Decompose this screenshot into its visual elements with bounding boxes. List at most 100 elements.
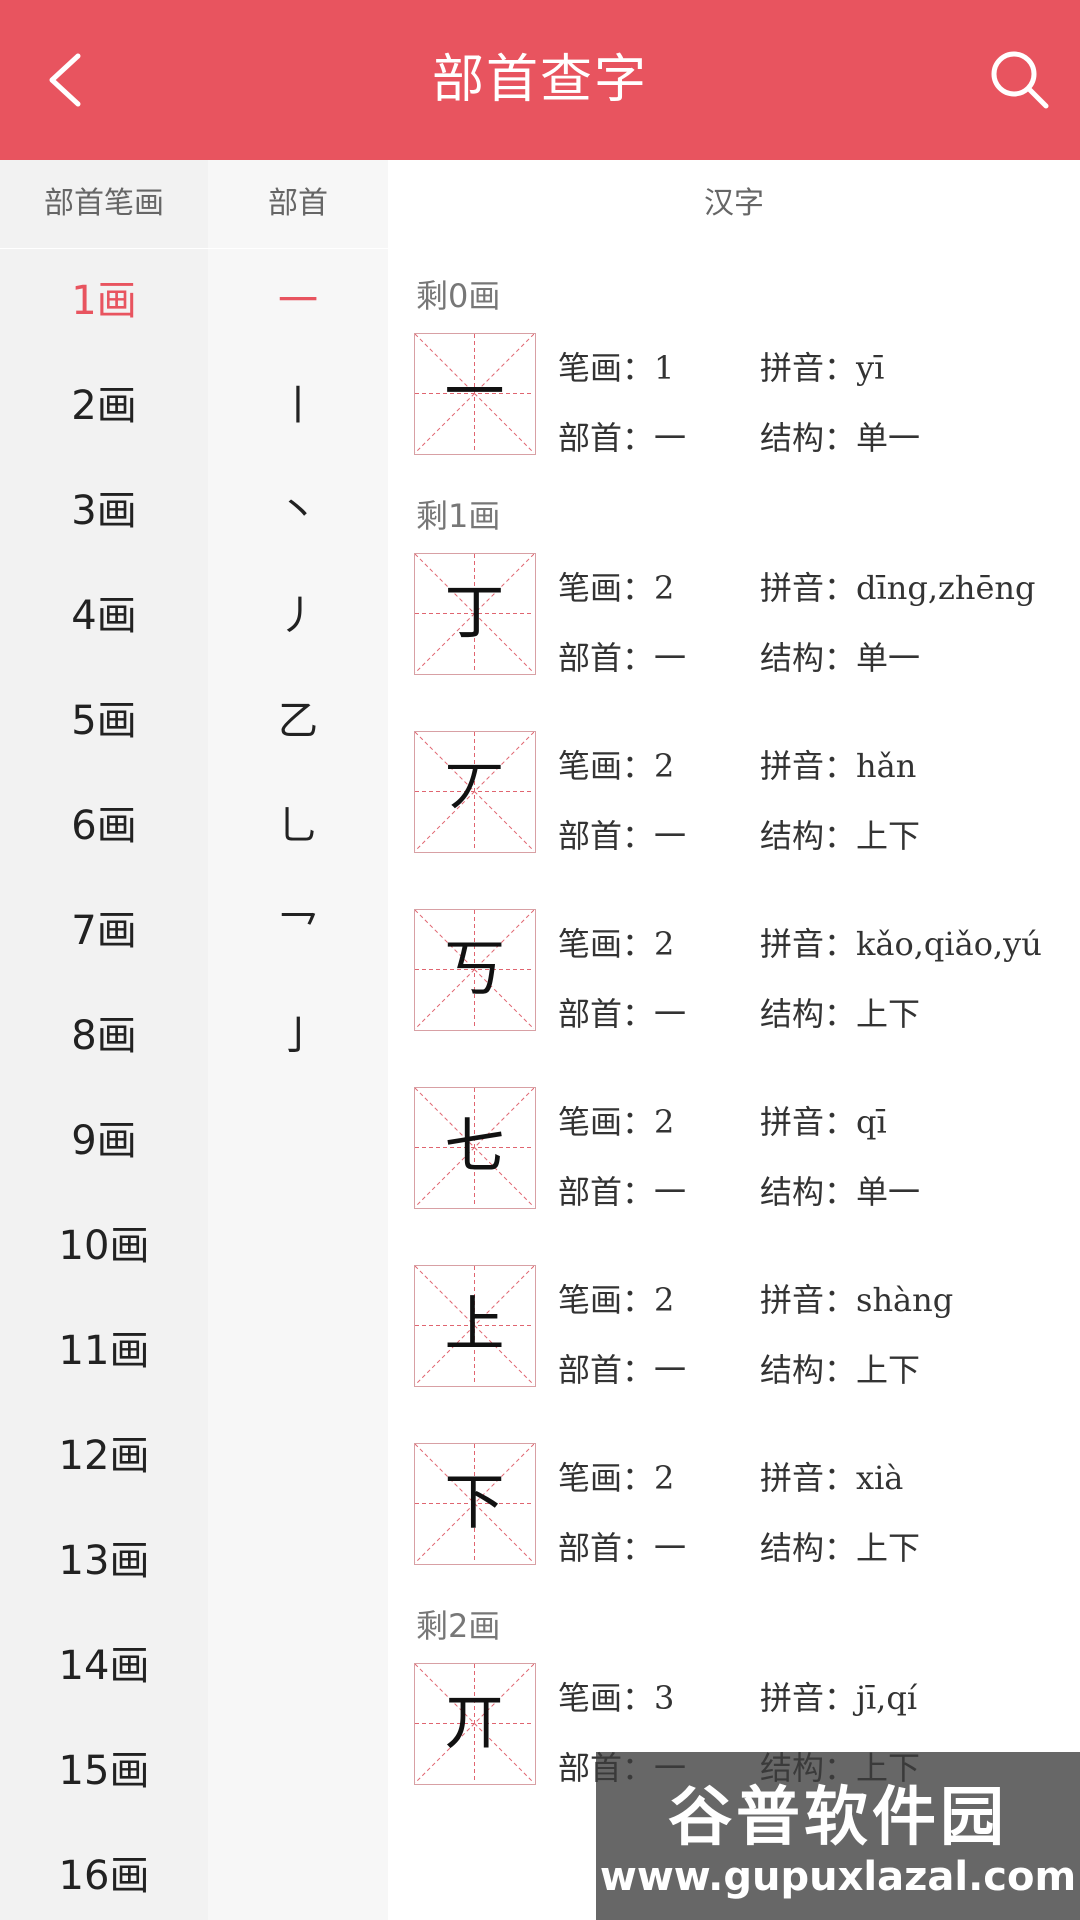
radical-item[interactable]: 乛 <box>208 879 388 984</box>
stroke-count-item[interactable]: 1画 <box>0 249 208 354</box>
stroke-field-label: 笔画： <box>558 1281 655 1319</box>
radical-field-value: 一 <box>654 995 687 1033</box>
stroke-count-item[interactable]: 13画 <box>0 1509 208 1614</box>
character-entry[interactable]: 七 笔画：2 拼音：qī 部首：一 结构：单一 <box>414 1087 1080 1211</box>
stroke-field-value: 3 <box>654 1679 675 1717</box>
pinyin-field-label: 拼音： <box>760 925 857 963</box>
stroke-field: 笔画：3 <box>558 1673 674 1719</box>
stroke-count-item[interactable]: 3画 <box>0 459 208 564</box>
pinyin-field-value: hǎn <box>856 747 917 785</box>
character-entry[interactable]: 下 笔画：2 拼音：xià 部首：一 结构：上下 <box>414 1443 1080 1567</box>
pinyin-field-value: shàng <box>856 1281 954 1319</box>
character-glyph: 丂 <box>444 934 505 1004</box>
search-icon <box>991 51 1049 109</box>
radical-item[interactable]: 乙 <box>208 669 388 774</box>
radical-item[interactable]: 乚 <box>208 774 388 879</box>
stroke-count-item[interactable]: 15画 <box>0 1719 208 1824</box>
structure-field-value: 上下 <box>856 1351 921 1389</box>
character-entry[interactable]: 丂 笔画：2 拼音：kǎo,qiǎo,yú 部首：一 结构：上下 <box>414 909 1080 1033</box>
stroke-count-item[interactable]: 2画 <box>0 354 208 459</box>
character-grid-box: 丌 <box>414 1663 536 1785</box>
radical-item[interactable]: 一 <box>208 249 388 354</box>
stroke-field: 笔画：2 <box>558 1453 674 1499</box>
stroke-count-item[interactable]: 16画 <box>0 1824 208 1920</box>
stroke-count-item[interactable]: 11画 <box>0 1299 208 1404</box>
stroke-field-value: 1 <box>654 349 675 387</box>
stroke-count-item[interactable]: 5画 <box>0 669 208 774</box>
stroke-count-item[interactable]: 8画 <box>0 984 208 1089</box>
pinyin-field: 拼音：dīng,zhēng <box>760 563 1036 609</box>
stroke-field: 笔画：2 <box>558 1097 674 1143</box>
character-grid-box: 丆 <box>414 731 536 853</box>
stroke-count-item[interactable]: 14画 <box>0 1614 208 1719</box>
radical-field-label: 部首： <box>558 639 655 677</box>
radical-field-value: 一 <box>654 817 687 855</box>
radical-list: 一丨丶丿乙乚乛亅 <box>208 249 388 1920</box>
stroke-field-value: 2 <box>654 1459 675 1497</box>
structure-field-value: 单一 <box>856 419 921 457</box>
stroke-field: 笔画：2 <box>558 741 674 787</box>
pinyin-field-value: dīng,zhēng <box>856 569 1036 607</box>
stroke-count-item[interactable]: 9画 <box>0 1089 208 1194</box>
structure-field: 结构：上下 <box>760 989 920 1035</box>
stroke-count-item[interactable]: 6画 <box>0 774 208 879</box>
structure-field-label: 结构： <box>760 1529 857 1567</box>
pinyin-field-label: 拼音： <box>760 747 857 785</box>
radical-item[interactable]: 丿 <box>208 564 388 669</box>
structure-field: 结构：上下 <box>760 811 920 857</box>
pinyin-field-value: jī,qí <box>856 1679 918 1717</box>
pinyin-field: 拼音：shàng <box>760 1275 953 1321</box>
top-bar: 部首查字 <box>0 0 1080 160</box>
radical-item[interactable]: 丶 <box>208 459 388 564</box>
radical-item[interactable]: 亅 <box>208 984 388 1089</box>
radical-item[interactable]: 丨 <box>208 354 388 459</box>
pinyin-field: 拼音：qī <box>760 1097 887 1143</box>
pinyin-field-label: 拼音： <box>760 569 857 607</box>
header-radical: 部首 <box>208 160 388 248</box>
radical-field-label: 部首： <box>558 1351 655 1389</box>
radical-field-label: 部首： <box>558 1529 655 1567</box>
structure-field: 结构：上下 <box>760 1345 920 1391</box>
character-entry[interactable]: 丆 笔画：2 拼音：hǎn 部首：一 结构：上下 <box>414 731 1080 855</box>
stroke-field-value: 2 <box>654 1103 675 1141</box>
structure-field-value: 单一 <box>856 1173 921 1211</box>
stroke-field: 笔画：2 <box>558 919 674 965</box>
stroke-count-item[interactable]: 10画 <box>0 1194 208 1299</box>
radical-field-value: 一 <box>654 639 687 677</box>
stroke-field-label: 笔画： <box>558 1459 655 1497</box>
stroke-field-value: 2 <box>654 747 675 785</box>
structure-field: 结构：单一 <box>760 633 920 679</box>
page-title: 部首查字 <box>431 50 648 110</box>
character-glyph: 下 <box>444 1468 505 1538</box>
character-glyph: 丆 <box>444 756 505 826</box>
character-list: 剩0画一笔画：1 拼音：yī 部首：一 结构：单一 剩1画丁笔画：2 拼音：dīng,zh… <box>388 249 1080 1920</box>
character-entry[interactable]: 一笔画：1 拼音：yī 部首：一 结构：单一 <box>414 333 1080 457</box>
character-grid-box: 丂 <box>414 909 536 1031</box>
stroke-field-value: 2 <box>654 1281 675 1319</box>
character-entry[interactable]: 丁 笔画：2 拼音：dīng,zhēng 部首：一 结构：单一 <box>414 553 1080 677</box>
structure-field-value: 上下 <box>856 1529 921 1567</box>
character-grid-box: 七 <box>414 1087 536 1209</box>
stroke-count-item[interactable]: 7画 <box>0 879 208 984</box>
search-button[interactable] <box>980 40 1060 120</box>
structure-field-value: 上下 <box>856 995 921 1033</box>
stroke-count-item[interactable]: 4画 <box>0 564 208 669</box>
radical-field-label: 部首： <box>558 1173 655 1211</box>
pinyin-field-label: 拼音： <box>760 1459 857 1497</box>
radical-field-value: 一 <box>654 1351 687 1389</box>
character-grid-box: 丁 <box>414 553 536 675</box>
stroke-field-label: 笔画： <box>558 747 655 785</box>
structure-field: 结构：单一 <box>760 413 920 459</box>
structure-field: 结构：上下 <box>760 1523 920 1569</box>
stroke-count-list: 1画 2画 3画 4画 5画 6画 7画 8画 9画 10画 11画 12画 13画 14画 15画 16画 <box>0 249 208 1920</box>
header-characters: 汉字 <box>388 160 1080 248</box>
stroke-count-item[interactable]: 12画 <box>0 1404 208 1509</box>
pinyin-field: 拼音：yī <box>760 343 884 389</box>
structure-field-label: 结构： <box>760 639 857 677</box>
stroke-field: 笔画：2 <box>558 1275 674 1321</box>
section-title: 剩1画 <box>416 497 501 535</box>
character-entry[interactable]: 上 笔画：2 拼音：shàng 部首：一 结构：上下 <box>414 1265 1080 1389</box>
character-glyph: 丌 <box>444 1688 505 1758</box>
pinyin-field-label: 拼音： <box>760 1281 857 1319</box>
stroke-field-value: 2 <box>654 925 675 963</box>
